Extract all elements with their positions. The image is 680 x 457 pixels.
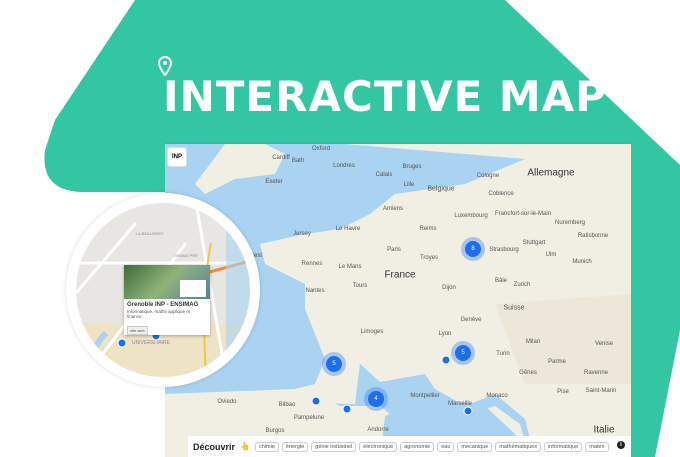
city-label: Gênes <box>519 370 537 376</box>
map-marker[interactable] <box>311 396 321 406</box>
city-label: Turin <box>496 351 510 357</box>
city-label: Strasbourg <box>489 247 519 253</box>
city-label: Francfort-sur-le-Main <box>494 211 552 217</box>
city-label: Parme <box>548 359 566 365</box>
map-cluster-marker[interactable]: 5 <box>322 352 346 376</box>
popup-description: Informatique, maths appliqué et finance. <box>127 309 191 319</box>
filter-tag-genie-industriel[interactable]: génie industriel <box>311 441 357 452</box>
city-label: Amiens <box>382 206 404 212</box>
city-label: Cardiff <box>272 155 290 161</box>
map-marker[interactable] <box>463 406 473 416</box>
city-label: Tours <box>352 283 368 289</box>
discover-label: Découvrir <box>193 441 236 452</box>
map-marker[interactable] <box>117 338 127 348</box>
country-label: Monaco <box>486 393 508 399</box>
city-label: Exeter <box>265 179 283 185</box>
map-marker[interactable] <box>441 355 451 365</box>
school-popup: Grenoble INP - ENSIMAG Informatique, mat… <box>124 265 210 335</box>
city-label: Bilbao <box>278 402 296 408</box>
discover-bar: Découvrir 👆 chimie énergie génie industr… <box>188 436 631 457</box>
city-label: Oxford <box>311 146 331 152</box>
city-label: Genève <box>460 317 482 323</box>
city-label: Limoges <box>360 329 384 335</box>
city-label: Troyes <box>419 255 439 261</box>
filter-tag-materiaux[interactable]: matéri <box>585 441 609 452</box>
website-button[interactable]: site web <box>127 326 148 335</box>
city-label: Zurich <box>513 282 531 288</box>
city-label: Pampelune <box>293 415 325 421</box>
filter-tag-energie[interactable]: énergie <box>281 441 309 452</box>
city-label: Ratisbonne <box>577 233 609 239</box>
city-label: Milan <box>525 339 541 345</box>
city-label: Nuremberg <box>554 220 586 226</box>
city-label: Paris <box>387 247 401 253</box>
country-label: Andorre <box>367 427 389 433</box>
city-label: Munich <box>572 259 592 265</box>
filter-tag-informatique[interactable]: informatique <box>543 441 583 452</box>
city-label: Reims <box>419 226 437 232</box>
street-label: LA BEAUVERT <box>136 231 164 236</box>
city-label: Nantes <box>305 288 325 294</box>
city-label: Bruges <box>402 164 422 170</box>
city-label: Oviedo <box>217 399 237 405</box>
city-label: Calais <box>375 172 393 178</box>
cluster-count: 5 <box>326 356 342 372</box>
city-label: Londres <box>333 163 355 169</box>
filter-tag-mathematiques[interactable]: mathématiques <box>495 441 541 452</box>
zoom-detail-circle: LA BEAUVERT GRAND PRÉ UNIVERSITAIRE Gren… <box>66 193 260 387</box>
country-label: Italie <box>593 424 615 436</box>
filter-tag-chimie[interactable]: chimie <box>255 441 279 452</box>
cluster-count: 5 <box>455 345 471 361</box>
cluster-count: 4 <box>368 391 384 407</box>
country-label: Belgique <box>427 185 455 193</box>
city-label: Cologne <box>476 173 500 179</box>
city-label: Lille <box>403 182 415 188</box>
map-cluster-marker[interactable]: 5 <box>451 341 475 365</box>
country-label: France <box>384 269 416 281</box>
filter-tag-eau[interactable]: eau <box>437 441 455 452</box>
city-label: Coblence <box>488 191 514 197</box>
page-title: INTERACTIVE MAP <box>163 72 607 121</box>
city-label: Ravenne <box>583 370 609 376</box>
country-label: Saint-Marin <box>585 388 617 394</box>
pointing-hand-icon: 👆 <box>240 442 250 451</box>
map-cluster-marker[interactable]: 8 <box>461 237 485 261</box>
country-label: Allemagne <box>527 167 575 179</box>
city-label: Pise <box>557 389 569 395</box>
ensimag-logo <box>180 280 206 297</box>
country-label: Jersey <box>293 231 311 237</box>
city-label: Dijon <box>442 285 456 291</box>
cluster-count: 8 <box>465 241 481 257</box>
city-label: Lyon <box>438 331 452 337</box>
city-label: Bath <box>291 158 305 164</box>
country-label: Suisse <box>503 304 525 312</box>
city-label: Le Havre <box>335 226 361 232</box>
city-label: Stuttgart <box>522 240 546 246</box>
filter-tag-agronomie[interactable]: agronomie <box>400 441 435 452</box>
country-label: Luxembourg <box>454 213 488 219</box>
city-label: Bâle <box>494 278 508 284</box>
map-marker[interactable] <box>342 404 352 414</box>
city-label: Venise <box>594 341 614 347</box>
city-label: Ulm <box>545 252 557 258</box>
city-label: Burgos <box>265 428 285 434</box>
city-label: Montpellier <box>410 393 440 399</box>
street-label: GRAND PRÉ <box>174 253 198 258</box>
inp-logo: INP <box>167 147 187 167</box>
detail-map[interactable]: LA BEAUVERT GRAND PRÉ UNIVERSITAIRE Gren… <box>76 203 250 377</box>
map-cluster-marker[interactable]: 4 <box>364 387 388 411</box>
filter-tag-mecanique[interactable]: mécanique <box>457 441 493 452</box>
popup-title: Grenoble INP - ENSIMAG <box>127 302 199 308</box>
street-label: UNIVERSITAIRE <box>132 340 170 346</box>
city-label: Le Mans <box>338 264 362 270</box>
city-label: Rennes <box>301 261 323 267</box>
info-icon[interactable]: i <box>617 441 625 449</box>
filter-tag-electronique[interactable]: électronique <box>359 441 398 452</box>
